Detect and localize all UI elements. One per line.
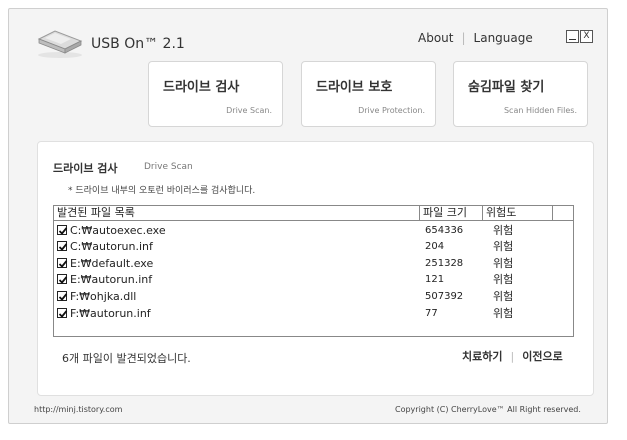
section-description: * 드라이브 내부의 오토런 바이러스를 검사합니다. (68, 186, 256, 196)
usb-drive-icon (37, 30, 83, 58)
file-size: 204 (425, 241, 445, 252)
footer-url[interactable]: http://minj.tistory.com (34, 405, 122, 414)
drive-protection-button[interactable]: 드라이브 보호 Drive Protection. (301, 61, 436, 127)
risk-level: 위험 (493, 224, 514, 237)
risk-level: 위험 (493, 307, 514, 320)
section-subtitle: Drive Scan (144, 162, 193, 172)
checkmark-icon (58, 260, 68, 268)
checkmark-icon (58, 310, 68, 318)
top-links: About | Language (418, 31, 533, 45)
drive-protection-label: 드라이브 보호 (316, 80, 393, 95)
row-checkbox[interactable] (57, 258, 68, 268)
table-row[interactable]: F:₩ohjka.dll 507392 위험 (55, 289, 555, 305)
minimize-button[interactable] (566, 30, 579, 43)
file-name: C:₩autoexec.exe (70, 224, 166, 237)
file-size: 121 (425, 274, 445, 285)
found-status: 6개 파일이 발견되었습니다. (62, 352, 191, 365)
file-name: F:₩ohjka.dll (70, 290, 137, 303)
file-name: E:₩default.exe (70, 257, 154, 270)
drive-scan-button[interactable]: 드라이브 검사 Drive Scan. (148, 61, 283, 127)
footer-copyright: Copyright (C) CherryLove™ All Right rese… (395, 405, 581, 414)
row-checkbox[interactable] (57, 308, 68, 318)
section-title: 드라이브 검사 (53, 162, 118, 175)
risk-level: 위험 (493, 257, 514, 270)
checkmark-icon (58, 227, 68, 235)
table-row[interactable]: F:₩autorun.inf 77 위험 (55, 306, 555, 322)
scan-hidden-files-label: 숨김파일 찾기 (468, 80, 545, 95)
action-links: 치료하기 | 이전으로 (462, 348, 563, 364)
checkmark-icon (58, 243, 68, 251)
drive-protection-sublabel: Drive Protection. (358, 106, 425, 115)
table-row[interactable]: E:₩autorun.inf 121 위험 (55, 272, 555, 288)
table-row[interactable]: C:₩autorun.inf 204 위험 (55, 239, 555, 255)
scan-hidden-files-sublabel: Scan Hidden Files. (503, 106, 577, 115)
file-name: F:₩autorun.inf (70, 307, 151, 320)
table-row[interactable]: C:₩autoexec.exe 654336 위험 (55, 223, 555, 239)
drive-scan-sublabel: Drive Scan. (226, 106, 272, 115)
column-header-files[interactable]: 발견된 파일 목록 (54, 206, 420, 220)
row-checkbox[interactable] (57, 225, 68, 235)
column-header-risk[interactable]: 위험도 (483, 206, 553, 220)
language-link[interactable]: Language (474, 31, 533, 45)
table-row[interactable]: E:₩default.exe 251328 위험 (55, 256, 555, 272)
risk-level: 위험 (493, 240, 514, 253)
file-name: E:₩autorun.inf (70, 273, 153, 286)
file-size: 654336 (425, 225, 464, 236)
drive-scan-label: 드라이브 검사 (163, 80, 240, 95)
file-size: 77 (425, 308, 438, 319)
about-link[interactable]: About (418, 31, 453, 45)
file-size: 507392 (425, 291, 464, 302)
file-size: 251328 (425, 258, 464, 269)
file-name: C:₩autorun.inf (70, 240, 153, 253)
scan-hidden-files-button[interactable]: 숨김파일 찾기 Scan Hidden Files. (453, 61, 588, 127)
close-button[interactable]: X (580, 30, 593, 43)
app-title: USB On™ 2.1 (91, 36, 185, 52)
row-checkbox[interactable] (57, 291, 68, 301)
file-list-header: 발견된 파일 목록 파일 크기 위험도 (54, 206, 573, 221)
column-header-size[interactable]: 파일 크기 (420, 206, 483, 220)
risk-level: 위험 (493, 273, 514, 286)
action-divider: | (510, 350, 515, 363)
link-divider: | (461, 31, 466, 45)
row-checkbox[interactable] (57, 274, 68, 284)
checkmark-icon (58, 293, 68, 301)
checkmark-icon (58, 276, 68, 284)
row-checkbox[interactable] (57, 241, 68, 251)
back-button[interactable]: 이전으로 (522, 350, 562, 363)
treat-button[interactable]: 치료하기 (462, 350, 502, 363)
risk-level: 위험 (493, 290, 514, 303)
